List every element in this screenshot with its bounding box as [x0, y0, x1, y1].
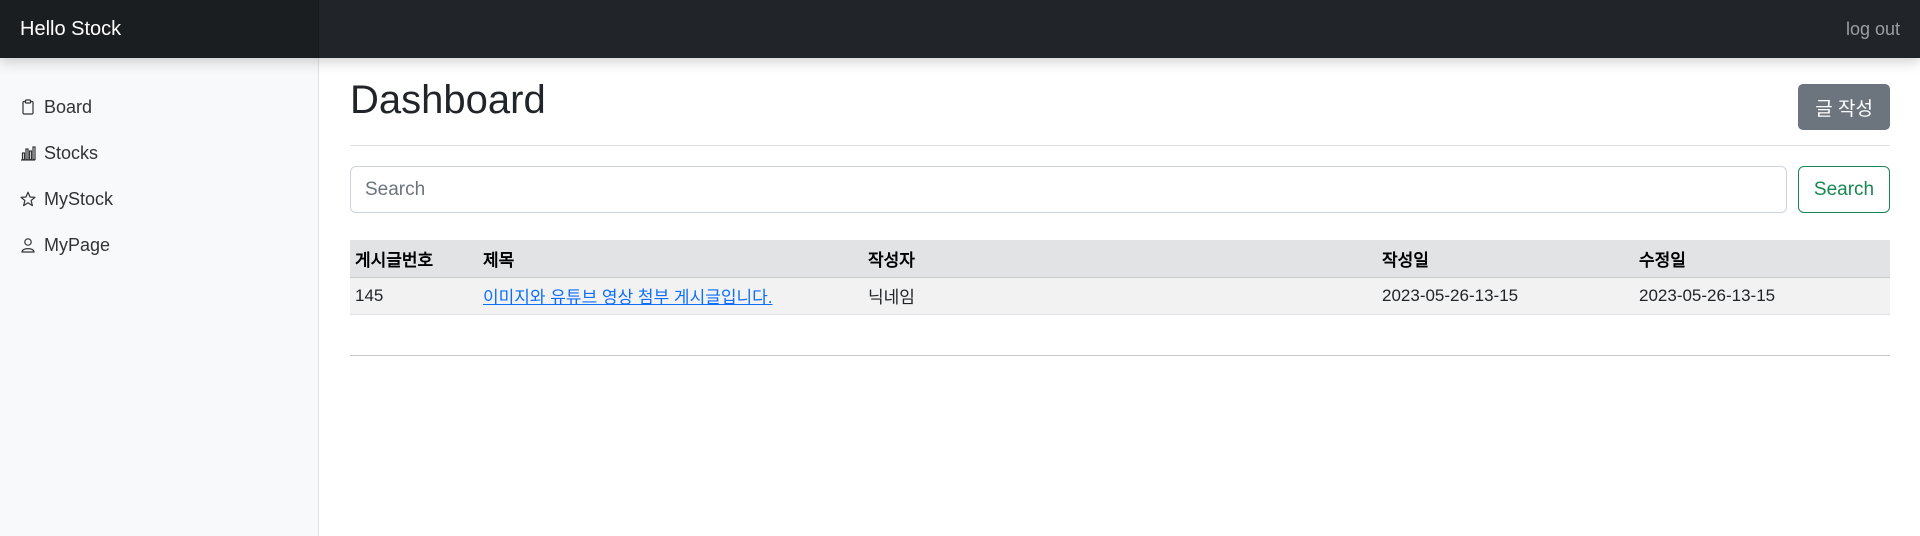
sidebar-item-stocks[interactable]: Stocks — [0, 130, 318, 176]
post-author-cell: 닉네임 — [863, 277, 1377, 315]
sidebar-item-mypage[interactable]: MyPage — [0, 222, 318, 268]
post-title-cell: 이미지와 유튜브 영상 첨부 게시글입니다. — [478, 277, 863, 315]
sidebar-item-label: MyStock — [44, 188, 114, 209]
search-form: Search — [350, 166, 1890, 214]
write-post-button[interactable]: 글 작성 — [1798, 84, 1890, 130]
logout-link[interactable]: log out — [1846, 0, 1900, 58]
sidebar-item-label: Stocks — [44, 142, 99, 163]
brand-title[interactable]: Hello Stock — [0, 0, 319, 58]
column-header-id: 게시글번호 — [350, 240, 478, 278]
sidebar-item-label: Board — [44, 96, 93, 117]
board-table: 게시글번호 제목 작성자 작성일 수정일 145 이미지와 유튜브 영상 첨부 … — [350, 240, 1890, 315]
post-title-link[interactable]: 이미지와 유튜브 영상 첨부 게시글입니다. — [483, 288, 773, 307]
column-header-author: 작성자 — [863, 240, 1377, 278]
post-updated-cell: 2023-05-26-13-15 — [1634, 277, 1890, 315]
page-title: Dashboard — [350, 78, 546, 122]
sidebar-item-label: MyPage — [44, 234, 111, 255]
column-header-updated: 수정일 — [1634, 240, 1890, 278]
sidebar: Board Stocks MyStock MyPage — [0, 58, 319, 536]
search-button[interactable]: Search — [1798, 166, 1890, 213]
table-header-row: 게시글번호 제목 작성자 작성일 수정일 — [350, 240, 1890, 278]
person-icon — [20, 236, 36, 254]
sidebar-item-mystock[interactable]: MyStock — [0, 176, 318, 222]
bar-chart-icon — [20, 144, 36, 162]
sidebar-item-board[interactable]: Board — [0, 84, 318, 130]
divider — [350, 354, 1890, 356]
column-header-title: 제목 — [478, 240, 863, 278]
column-header-created: 작성일 — [1377, 240, 1634, 278]
search-input[interactable] — [350, 166, 1787, 213]
clipboard-icon — [20, 98, 36, 116]
star-icon — [20, 190, 36, 208]
title-row: Dashboard 글 작성 — [350, 58, 1890, 146]
top-navbar: Hello Stock log out — [0, 0, 1920, 58]
main-content: Dashboard 글 작성 Search 게시글번호 제목 작성자 작성일 수… — [350, 58, 1890, 356]
post-id-cell: 145 — [350, 277, 478, 315]
table-row: 145 이미지와 유튜브 영상 첨부 게시글입니다. 닉네임 2023-05-2… — [350, 277, 1890, 315]
post-created-cell: 2023-05-26-13-15 — [1377, 277, 1634, 315]
